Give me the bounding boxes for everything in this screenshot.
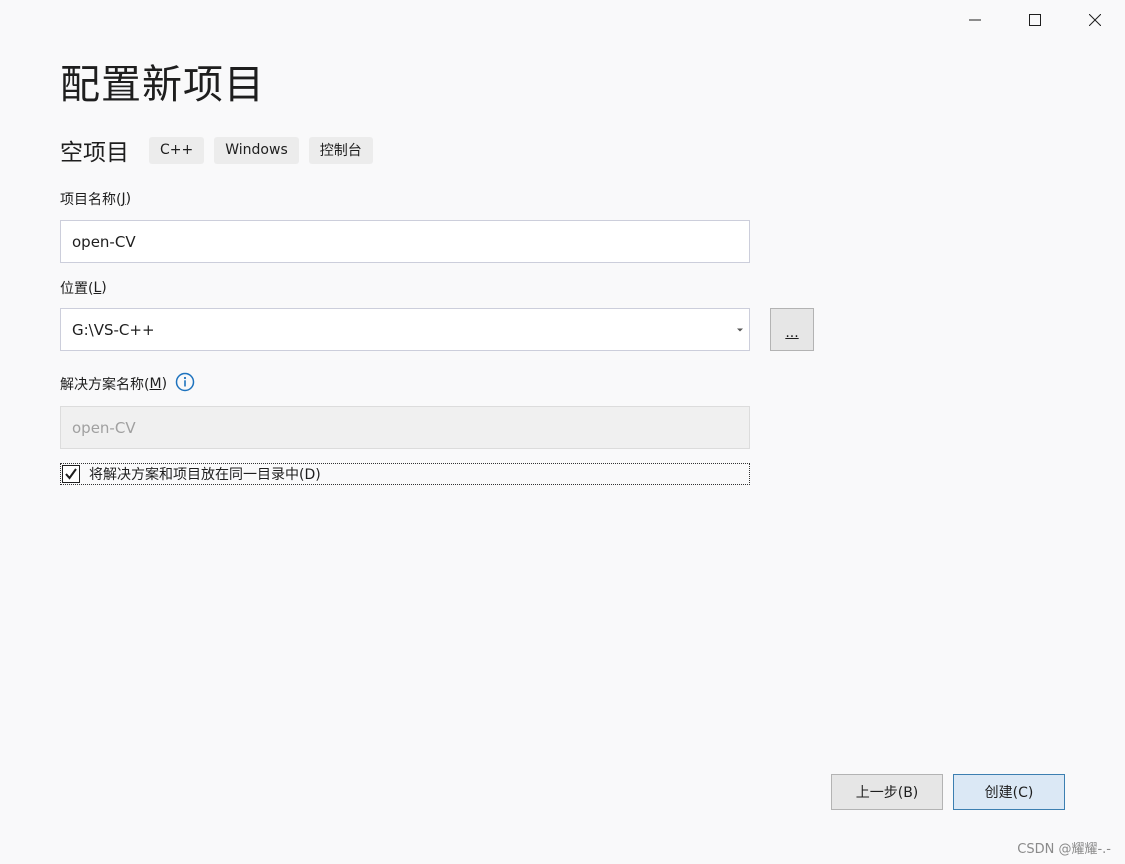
window-controls	[945, 0, 1125, 40]
tag-project-type: 控制台	[308, 136, 373, 164]
project-name-label: 项目名称(J)	[60, 191, 132, 208]
back-button[interactable]: 上一步(B)	[831, 774, 943, 810]
watermark: CSDN @耀耀-.-	[1017, 842, 1111, 857]
minimize-button[interactable]	[945, 0, 1005, 40]
maximize-icon	[1029, 14, 1041, 26]
project-name-input[interactable]: open-CV	[60, 220, 750, 263]
same-directory-label: 将解决方案和项目放在同一目录中(D)	[89, 467, 321, 483]
minimize-icon	[969, 19, 981, 21]
solution-name-label: 解决方案名称(M)	[60, 372, 195, 396]
close-icon	[1089, 14, 1101, 26]
solution-name-input[interactable]: open-CV	[60, 406, 750, 449]
location-label: 位置(L)	[60, 280, 107, 297]
create-button[interactable]: 创建(C)	[953, 774, 1065, 810]
browse-button[interactable]: ...	[770, 308, 814, 351]
tag-platform: Windows	[214, 136, 299, 164]
same-directory-checkbox[interactable]	[62, 465, 80, 483]
tag-language: C++	[149, 136, 205, 164]
close-button[interactable]	[1065, 0, 1125, 40]
checkmark-icon	[65, 468, 77, 480]
location-value: G:\VS-C++	[72, 320, 155, 339]
project-name-value: open-CV	[72, 232, 136, 251]
page-title: 配置新项目	[60, 62, 265, 108]
same-directory-checkbox-row[interactable]: 将解决方案和项目放在同一目录中(D)	[60, 463, 750, 485]
location-combobox[interactable]: G:\VS-C++	[60, 308, 750, 351]
template-info: 空项目 C++ Windows 控制台	[60, 133, 383, 167]
dropdown-arrow-icon[interactable]	[737, 328, 743, 331]
info-icon[interactable]	[175, 372, 195, 396]
solution-name-value: open-CV	[72, 418, 136, 437]
template-name: 空项目	[60, 140, 129, 166]
maximize-button[interactable]	[1005, 0, 1065, 40]
